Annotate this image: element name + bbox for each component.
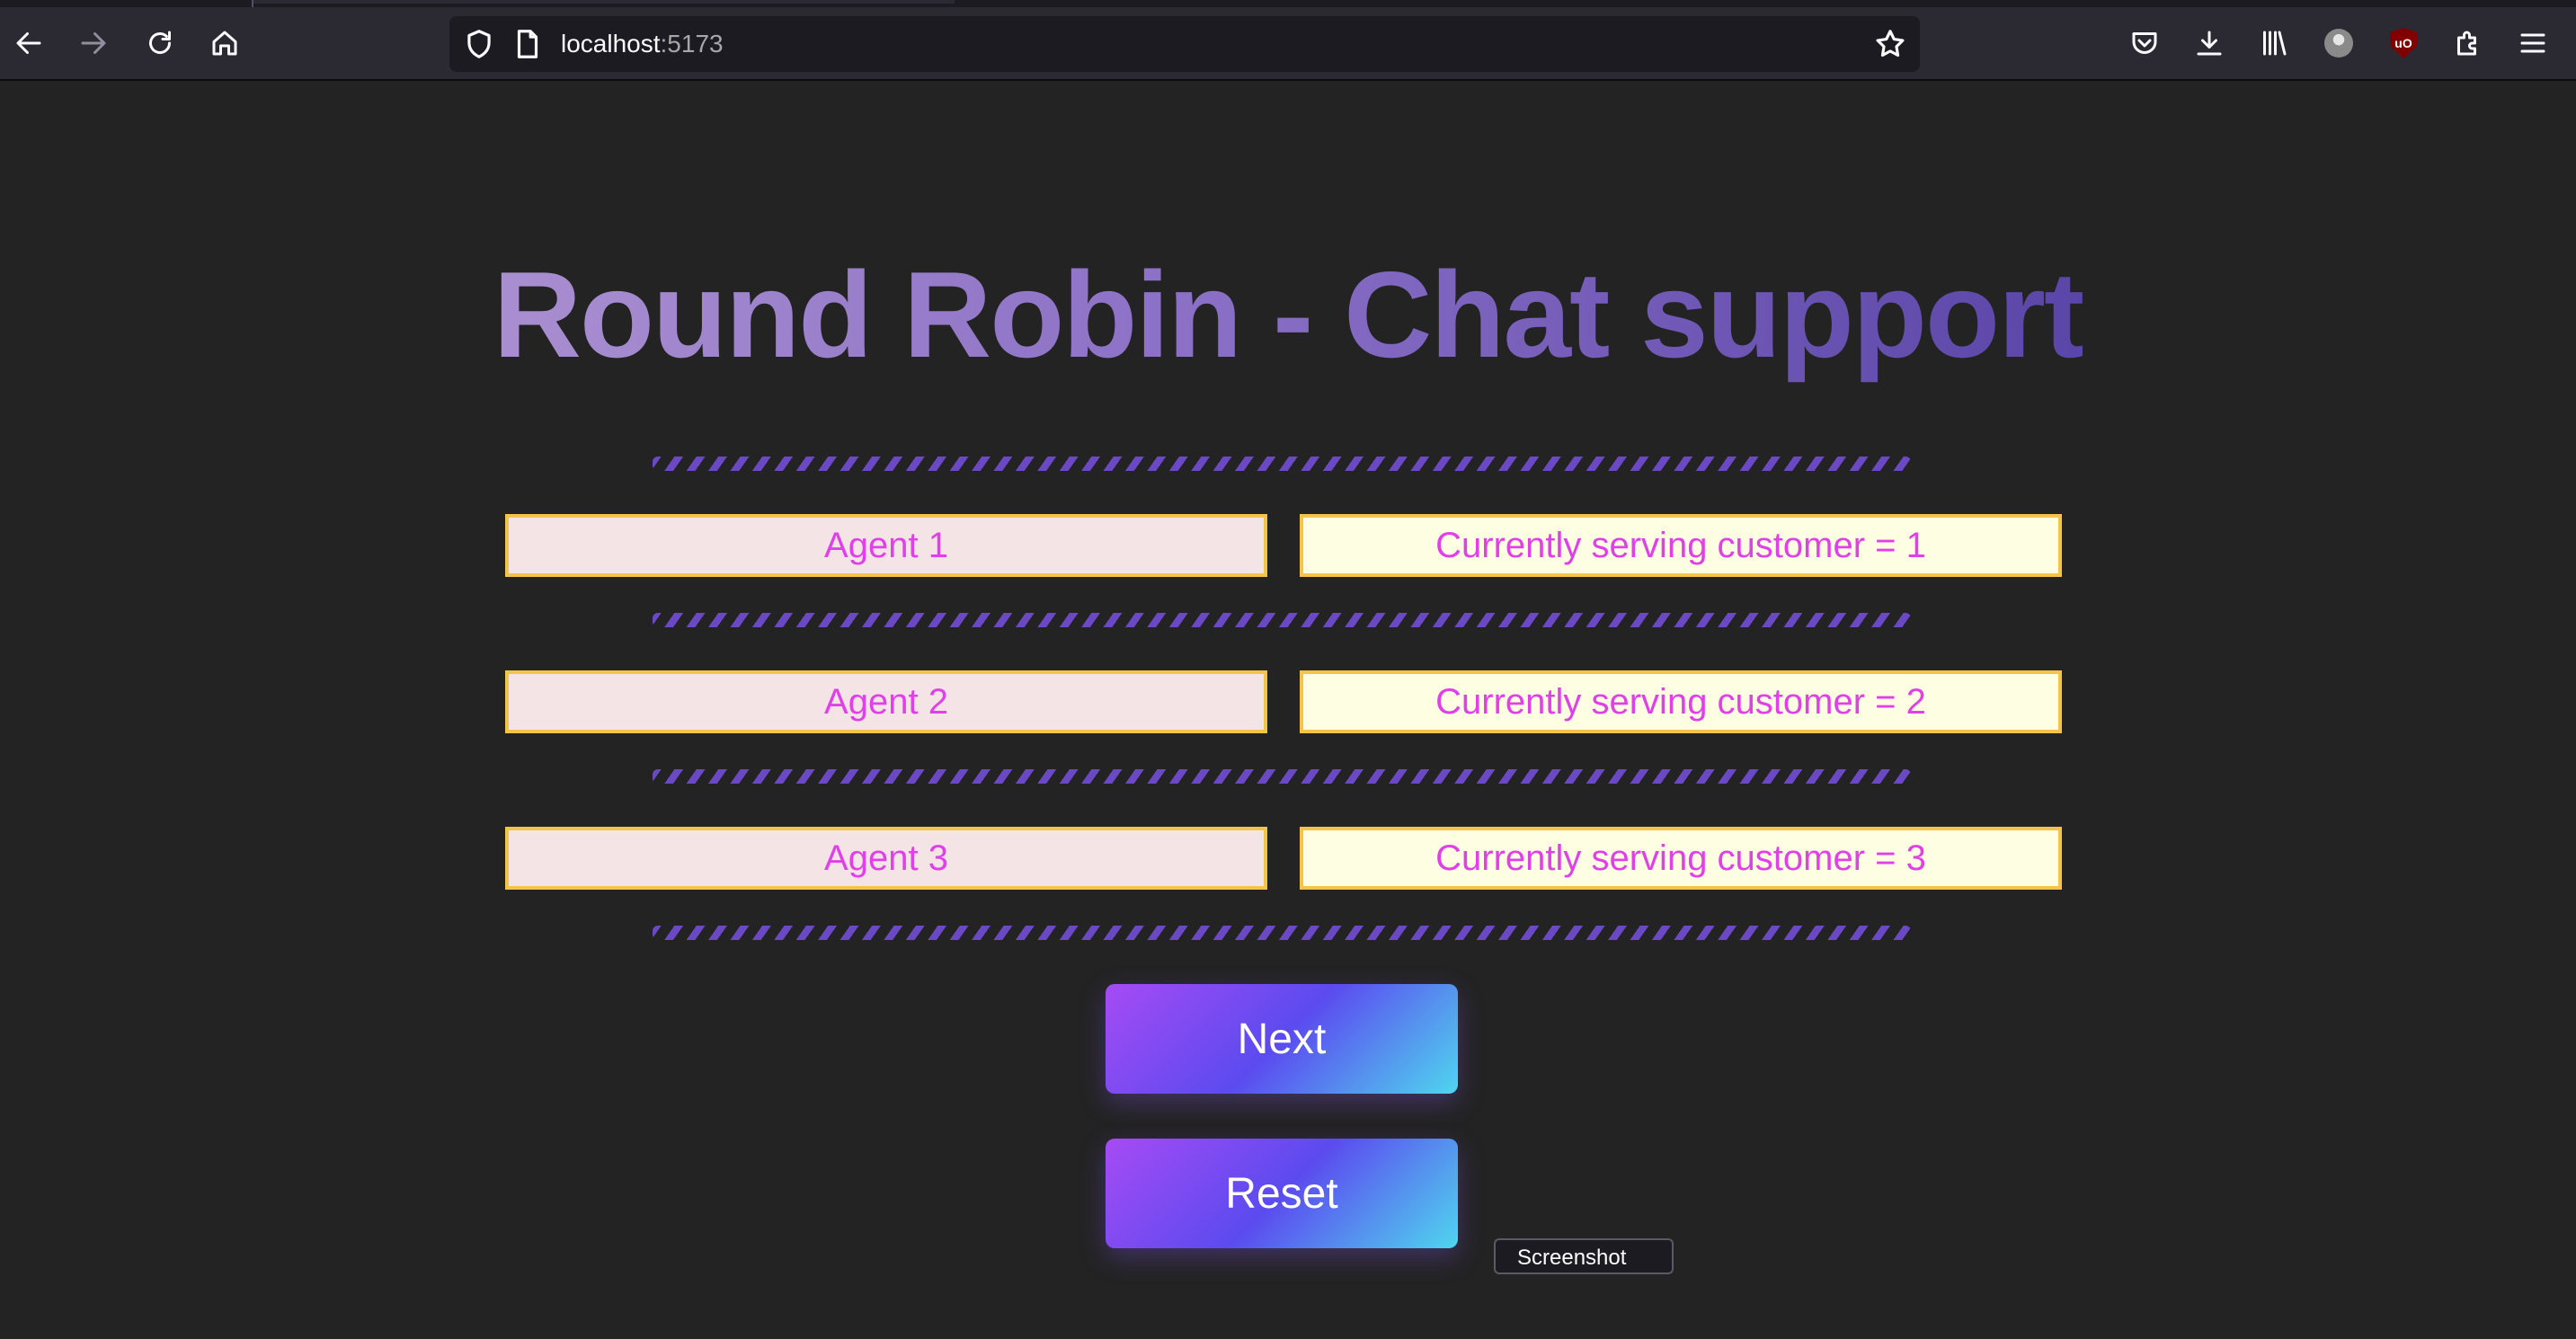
next-button[interactable]: Next (1106, 984, 1458, 1094)
agent-3-cell: Agent 3 (505, 827, 1267, 890)
reset-button[interactable]: Reset (1106, 1139, 1458, 1248)
bookmark-star-icon[interactable] (1873, 27, 1907, 61)
url-port: :5173 (660, 30, 724, 58)
agent-3-serving-cell: Currently serving customer = 3 (1300, 827, 2062, 890)
page-content: Round Robin - Chat support Agent 1 Curre… (0, 81, 2576, 1339)
forward-arrow-icon (81, 32, 106, 54)
browser-toolbar: localhost:5173 uO (0, 7, 2576, 81)
tab-strip (0, 0, 2576, 7)
avatar (2324, 29, 2353, 58)
hamburger-menu-icon (2520, 33, 2545, 53)
pocket-button[interactable] (2121, 20, 2168, 67)
agent-1-serving-cell: Currently serving customer = 1 (1300, 514, 2062, 577)
account-button[interactable] (2315, 20, 2362, 67)
agent-2-cell: Agent 2 (505, 670, 1267, 733)
back-arrow-icon (16, 32, 41, 54)
download-icon (2197, 31, 2222, 56)
screenshot-tooltip: Screenshot (1494, 1238, 1674, 1274)
downloads-button[interactable] (2186, 20, 2233, 67)
pocket-icon (2132, 32, 2157, 54)
agent-2-serving-cell: Currently serving customer = 2 (1300, 670, 2062, 733)
extensions-button[interactable] (2445, 20, 2492, 67)
reload-icon (149, 31, 171, 54)
back-button[interactable] (5, 20, 52, 67)
page-info-icon[interactable] (511, 27, 545, 61)
puzzle-piece-icon (2457, 31, 2476, 56)
striped-divider (653, 926, 1911, 940)
page-title-text: Round Robin - Chat support (493, 246, 2085, 383)
home-icon (212, 31, 237, 56)
striped-divider (653, 613, 1911, 627)
page-title: Round Robin - Chat support (0, 243, 2576, 386)
active-tab-indicator[interactable] (253, 0, 955, 4)
ublock-origin-icon: uO (2390, 28, 2417, 58)
address-bar[interactable]: localhost:5173 (449, 16, 1920, 72)
forward-button[interactable] (70, 20, 117, 67)
app-menu-button[interactable] (2509, 20, 2556, 67)
url-text[interactable]: localhost:5173 (561, 30, 724, 58)
library-button[interactable] (2251, 20, 2297, 67)
agent-1-cell: Agent 1 (505, 514, 1267, 577)
ublock-button[interactable]: uO (2380, 20, 2427, 67)
striped-divider (653, 457, 1911, 471)
home-button[interactable] (201, 20, 248, 67)
url-host: localhost (561, 30, 661, 58)
reload-button[interactable] (137, 20, 183, 67)
library-icon (2263, 31, 2287, 56)
shield-icon[interactable] (462, 27, 496, 61)
striped-divider (653, 769, 1911, 784)
